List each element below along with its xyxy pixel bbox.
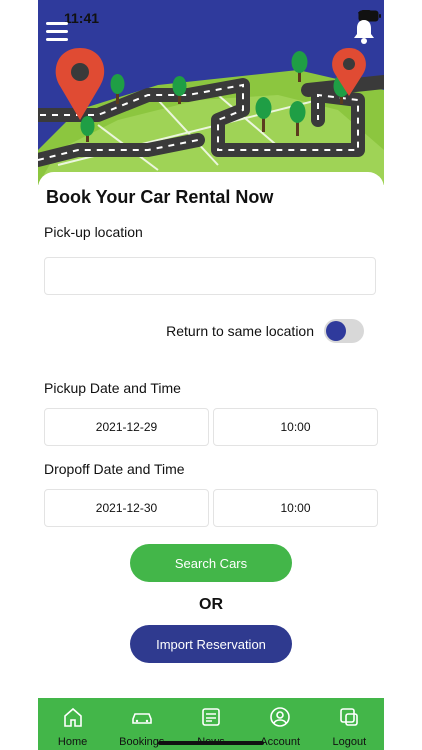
or-divider-label: OR [199,596,223,613]
home-icon [62,706,84,728]
map-illustration [38,0,384,185]
dropoff-datetime-label: Dropoff Date and Time [44,461,185,477]
pickup-time-field[interactable]: 10:00 [213,408,378,446]
toggle-knob [326,321,346,341]
return-same-location-label: Return to same location [166,323,314,339]
nav-item-home[interactable]: Home [38,698,107,748]
pickup-location-input[interactable] [45,258,375,294]
search-cars-button[interactable]: Search Cars [130,544,292,582]
pickup-location-label: Pick-up location [44,224,143,240]
status-time: 11:41 [64,10,100,26]
pickup-date-field[interactable]: 2021-12-29 [44,408,209,446]
booking-title: Book Your Car Rental Now [46,187,274,207]
return-same-location-row: Return to same location [166,319,364,343]
hero-banner: 11:41 [38,0,384,185]
menu-icon[interactable] [46,22,68,42]
notification-bell-icon[interactable] [352,18,376,44]
app-screen: 11:41 Book Your Car Rental Now Pick-up l… [38,0,384,750]
nav-label-account: Account [260,736,301,748]
dropoff-date-field[interactable]: 2021-12-30 [44,489,209,527]
nav-item-logout[interactable]: Logout [315,698,384,748]
import-reservation-button[interactable]: Import Reservation [130,625,292,663]
booking-card: Book Your Car Rental Now Pick-up locatio… [38,172,384,702]
pickup-datetime-label: Pickup Date and Time [44,380,181,396]
nav-label-logout: Logout [332,736,367,748]
logout-icon [338,706,360,728]
account-icon [269,706,291,728]
nav-label-home: Home [57,736,88,748]
car-icon [131,706,153,728]
pickup-location-field[interactable] [44,257,376,295]
dropoff-time-field[interactable]: 10:00 [213,489,378,527]
newspaper-icon [200,706,222,728]
home-indicator [158,741,264,745]
return-same-location-toggle[interactable] [324,319,364,343]
